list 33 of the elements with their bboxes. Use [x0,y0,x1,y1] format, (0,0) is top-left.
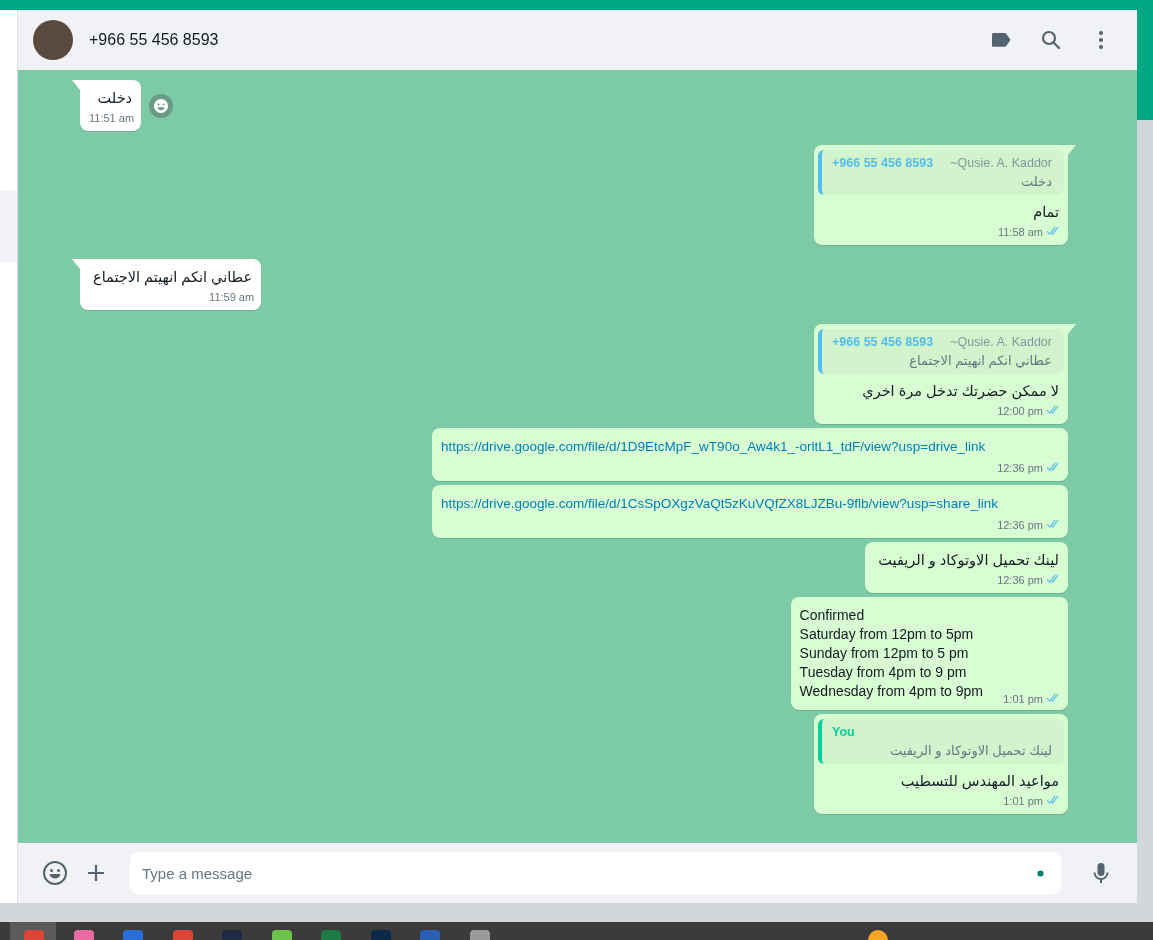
message-text: Confirmed Saturday from 12pm to 5pm Sunday from 12pm to 5 pm Tuesday from 4pm to 9 pm Wednesday from 4pm to 9pm [799,607,983,699]
search-icon[interactable] [1039,28,1063,52]
quote-text: لينك تحميل الاوتوكاد و الريفيت [889,743,1052,758]
message-text: لا ممكن حضرتك تدخل مرة اخري [861,382,1060,401]
message-time: 1:01 pm [1003,795,1043,807]
message-time: 12:00 pm [997,405,1043,417]
message-text: عطاني انكم انهيتم الاجتماع [92,268,254,287]
quote-sender-name: ~Qusie. A. Kaddor [950,335,1052,349]
quote-text: دخلت [1020,174,1052,189]
message-time: 12:36 pm [997,462,1043,474]
message-text: مواعيد المهندس للتسطيب [899,772,1060,791]
status-dot-icon [1037,870,1044,877]
message-time: 12:36 pm [997,574,1043,586]
emoji-icon[interactable] [42,860,68,886]
message-time: 12:36 pm [997,519,1043,531]
message-time: 11:59 am [209,291,255,303]
message-time: 11:58 am [997,226,1043,238]
contact-name[interactable]: +966 55 456 8593 [89,31,219,49]
message-link[interactable]: https://drive.google.com/file/d/1D9EtcMpF_wT90o_Aw4k1_-orltL1_tdF/view?usp=drive_link [441,439,986,454]
message-time: 11:51 am [89,112,135,124]
message-input-field[interactable]: Type a message [130,852,1061,894]
emoji-reaction-icon[interactable] [149,93,174,118]
message-text: تمام [1032,203,1060,222]
quote-author: +966 55 456 8593 [832,335,934,349]
quote-sender-name: ~Qusie. A. Kaddor [950,156,1052,170]
quote-text: عطاني انكم انهيتم الاجتماع [908,353,1052,368]
message-time: 1:01 pm [1003,693,1043,705]
message-link[interactable]: https://drive.google.com/file/d/1CsSpOXgzVaQt5zKuVQfZX8LJZBu-9flb/view?usp=share_link [441,496,998,511]
avatar-photo-placeholder[interactable] [33,20,73,60]
quote-author: You [832,725,855,739]
quote-author: +966 55 456 8593 [832,156,934,170]
message-text: دخلت [96,89,134,108]
message-text: لينك تحميل الاوتوكاد و الريفيت [877,551,1060,570]
